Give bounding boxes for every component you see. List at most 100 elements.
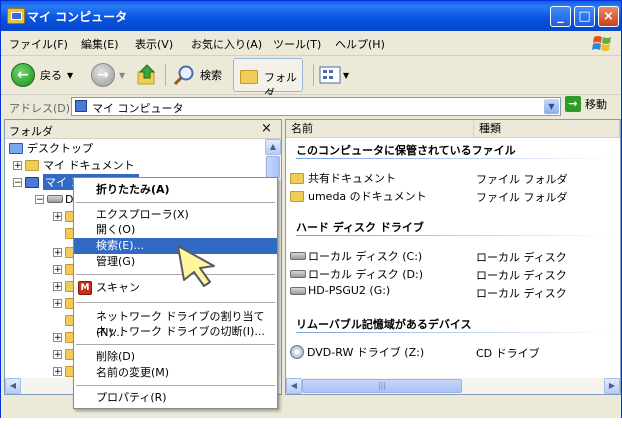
- folder-pane-header: フォルダ ×: [5, 120, 281, 139]
- up-folder-button[interactable]: [135, 62, 159, 88]
- expand-icon[interactable]: +: [53, 281, 62, 291]
- go-button[interactable]: → 移動: [565, 96, 607, 112]
- menu-help[interactable]: ヘルプ(H): [335, 36, 385, 52]
- close-button[interactable]: ×: [598, 6, 619, 27]
- menu-file[interactable]: ファイル(F): [9, 36, 68, 52]
- address-dropdown-icon[interactable]: ▼: [544, 99, 559, 114]
- menu-bar: ファイル(F) 編集(E) 表示(V) お気に入り(A) ツール(T) ヘルプ(…: [1, 31, 621, 56]
- item-type: ファイル フォルダ: [476, 173, 568, 186]
- forward-arrow-icon: →: [91, 63, 115, 87]
- context-menu: 折りたたみ(A) エクスプローラ(X) 開く(O) 検索(E)... 管理(G)…: [73, 177, 278, 409]
- group-title: このコンピュータに保管されているファイル: [296, 144, 516, 157]
- folder-icon: [290, 172, 304, 184]
- expand-icon[interactable]: +: [53, 298, 62, 308]
- menu-favorites[interactable]: お気に入り(A): [191, 36, 262, 52]
- expand-icon[interactable]: +: [13, 160, 22, 170]
- back-button[interactable]: ← 戻る ▼: [11, 62, 73, 88]
- file-pane: 名前 種類 このコンピュータに保管されているファイル 共有ドキュメント ファイル…: [285, 119, 621, 395]
- expand-icon[interactable]: +: [53, 349, 62, 359]
- menu-item-delete[interactable]: 削除(D): [74, 349, 277, 365]
- expand-icon[interactable]: +: [53, 247, 62, 257]
- scroll-up-icon[interactable]: ▲: [265, 139, 281, 155]
- scroll-thumb[interactable]: [266, 156, 280, 178]
- expand-icon[interactable]: +: [53, 211, 62, 221]
- expand-icon[interactable]: +: [53, 332, 62, 342]
- list-item[interactable]: HD-PSGU2 (G:): [290, 284, 390, 297]
- menu-view[interactable]: 表示(V): [135, 36, 173, 52]
- group-divider: [296, 158, 616, 159]
- hard-drive-icon: [290, 252, 306, 260]
- my-computer-icon: [75, 100, 87, 112]
- expand-icon[interactable]: +: [53, 264, 62, 274]
- column-header-name[interactable]: 名前: [286, 120, 474, 138]
- list-item[interactable]: ローカル ディスク (D:): [290, 266, 423, 282]
- group-divider: [296, 235, 616, 236]
- back-dropdown-icon[interactable]: ▼: [67, 71, 73, 80]
- search-label: 検索: [200, 69, 222, 82]
- toolbar-separator: [165, 64, 166, 86]
- tree-item-desktop[interactable]: デスクトップ: [9, 140, 93, 156]
- expand-icon[interactable]: +: [53, 366, 62, 376]
- group-title: ハード ディスク ドライブ: [296, 221, 424, 234]
- menu-tools[interactable]: ツール(T): [273, 36, 321, 52]
- minimize-button[interactable]: _: [550, 6, 571, 27]
- my-computer-icon: [7, 8, 25, 24]
- item-type: ローカル ディスク: [476, 269, 567, 282]
- address-label: アドレス(D): [9, 102, 71, 115]
- item-name: ローカル ディスク (C:): [308, 250, 423, 263]
- back-arrow-icon: ←: [11, 63, 35, 87]
- list-item[interactable]: DVD-RW ドライブ (Z:): [290, 344, 424, 360]
- menu-item-explore[interactable]: エクスプローラ(X): [74, 207, 277, 223]
- item-name: 共有ドキュメント: [308, 172, 396, 185]
- folder-pane-title: フォルダ: [9, 125, 53, 138]
- menu-item-open[interactable]: 開く(O): [74, 222, 277, 238]
- forward-button[interactable]: → ▼: [91, 62, 125, 88]
- go-arrow-icon: →: [565, 96, 581, 112]
- tree-item-my-documents[interactable]: + マイ ドキュメント: [13, 157, 135, 173]
- file-pane-hscrollbar[interactable]: ◀ ||| ▶: [286, 378, 620, 394]
- item-name: ローカル ディスク (D:): [308, 268, 423, 281]
- tree-item-drive-d[interactable]: − D: [35, 191, 73, 207]
- close-pane-icon[interactable]: ×: [261, 121, 272, 136]
- title-bar[interactable]: マイ コンピュータ _ □ ×: [1, 1, 621, 31]
- menu-item-collapse[interactable]: 折りたたみ(A): [74, 182, 277, 198]
- column-type-label: 種類: [479, 122, 501, 135]
- my-computer-icon: [25, 176, 39, 188]
- item-type: ローカル ディスク: [476, 251, 567, 264]
- up-folder-icon: [137, 64, 156, 85]
- search-button[interactable]: 検索: [173, 62, 222, 88]
- maximize-button[interactable]: □: [574, 6, 595, 27]
- list-item[interactable]: ローカル ディスク (C:): [290, 248, 422, 264]
- address-bar: アドレス(D) マイ コンピュータ ▼ → 移動: [1, 95, 621, 119]
- column-header-type[interactable]: 種類: [474, 120, 620, 138]
- dvd-drive-icon: [290, 345, 304, 359]
- views-dropdown-icon[interactable]: ▼: [343, 71, 349, 80]
- menu-item-disconnect-drive[interactable]: ネットワーク ドライブの切断(I)...: [74, 324, 277, 340]
- column-name-label: 名前: [291, 122, 313, 135]
- collapse-icon[interactable]: −: [35, 194, 44, 204]
- list-item[interactable]: 共有ドキュメント: [290, 170, 396, 186]
- scroll-left-icon[interactable]: ◀: [5, 378, 21, 394]
- hard-drive-icon: [290, 286, 306, 295]
- list-item[interactable]: umeda のドキュメント: [290, 188, 427, 204]
- address-field[interactable]: マイ コンピュータ ▼: [71, 97, 561, 116]
- menu-separator: [76, 302, 275, 303]
- scroll-thumb[interactable]: |||: [302, 379, 462, 393]
- tree-item-label: デスクトップ: [27, 142, 93, 155]
- window-title: マイ コンピュータ: [27, 10, 128, 24]
- toolbar-separator: [313, 64, 314, 86]
- hard-drive-icon: [290, 270, 306, 278]
- scroll-left-icon[interactable]: ◀: [286, 378, 302, 394]
- item-type: ローカル ディスク: [476, 287, 567, 300]
- toolbar: ← 戻る ▼ → ▼ 検索 ▼: [1, 56, 621, 95]
- forward-dropdown-icon[interactable]: ▼: [119, 71, 125, 80]
- views-button[interactable]: ▼: [319, 62, 349, 88]
- menu-edit[interactable]: 編集(E): [81, 36, 119, 52]
- folders-button[interactable]: フォルダ: [233, 58, 303, 100]
- group-divider: [296, 332, 616, 333]
- menu-item-properties[interactable]: プロパティ(R): [74, 390, 277, 406]
- menu-item-map-drive[interactable]: ネットワーク ドライブの割り当て(N)...: [74, 309, 277, 339]
- collapse-icon[interactable]: −: [13, 177, 22, 187]
- menu-item-rename[interactable]: 名前の変更(M): [74, 365, 277, 381]
- scroll-right-icon[interactable]: ▶: [604, 378, 620, 394]
